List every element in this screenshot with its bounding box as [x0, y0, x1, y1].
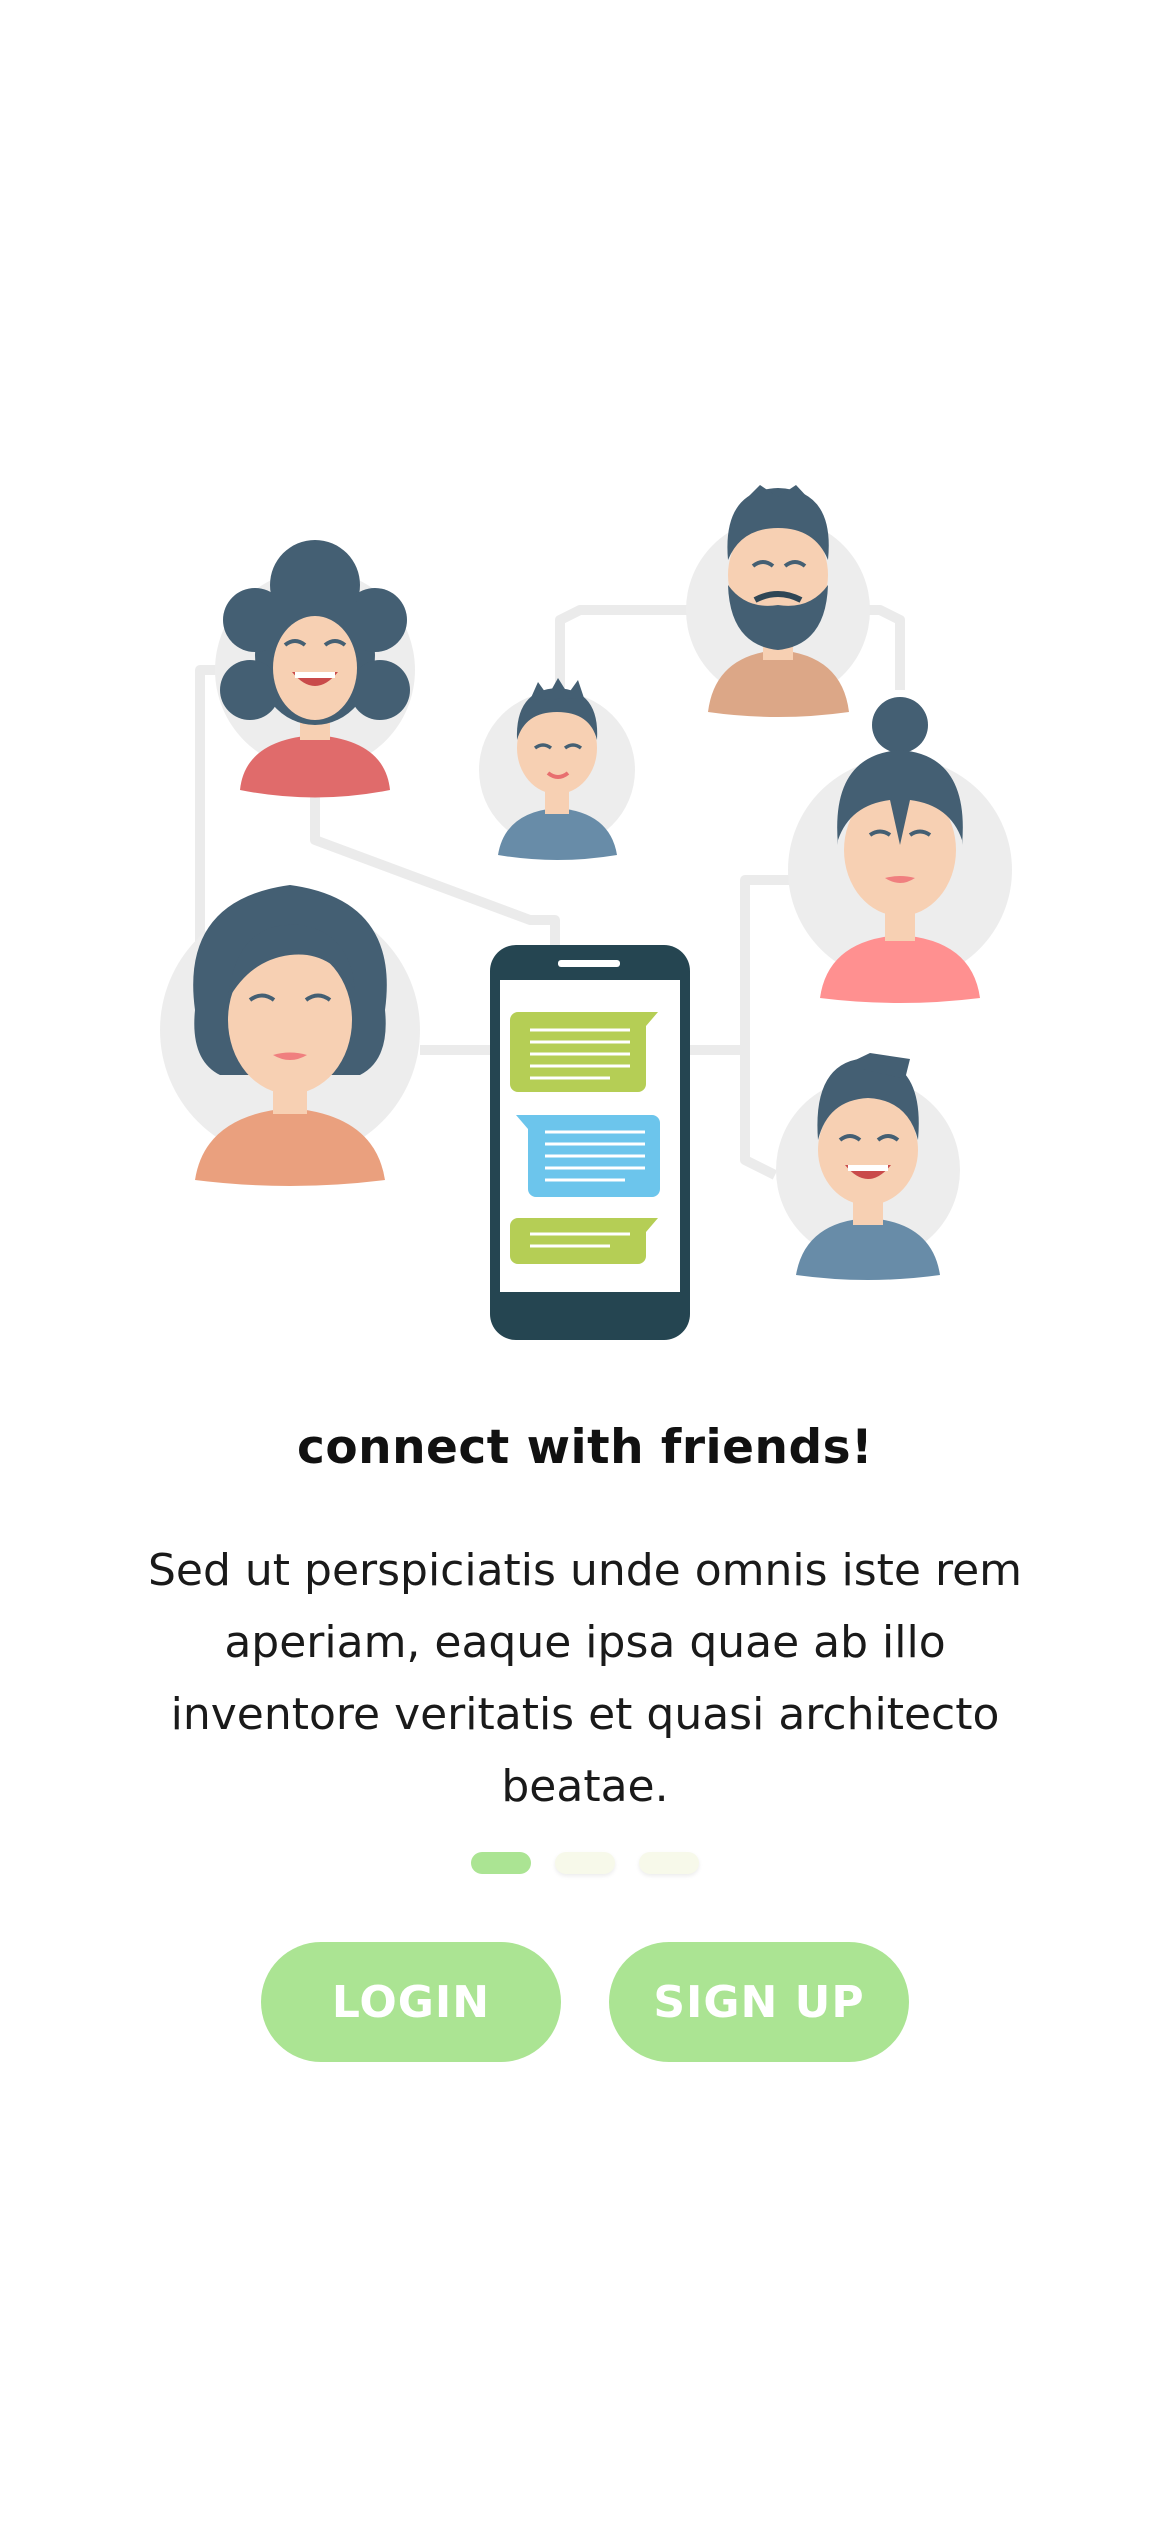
onboarding-title: connect with friends!	[296, 1420, 874, 1475]
woman-bun-avatar	[788, 697, 1012, 1003]
page-dot[interactable]	[555, 1852, 615, 1874]
login-button[interactable]: LOGIN	[261, 1942, 561, 2062]
chat-phone-icon	[490, 945, 690, 1340]
onboarding-screen: connect with friends! Sed ut perspiciati…	[0, 0, 1170, 2532]
page-dot-active[interactable]	[471, 1852, 531, 1874]
sign-up-button[interactable]: SIGN UP	[609, 1942, 909, 2062]
bearded-man-avatar	[686, 485, 870, 717]
boy-avatar	[479, 678, 635, 860]
people-network-illustration	[160, 485, 1012, 1340]
smiling-man-avatar	[776, 1053, 960, 1280]
page-indicator	[0, 1852, 1170, 1874]
auth-actions: LOGIN SIGN UP	[0, 1942, 1170, 2062]
page-dot[interactable]	[639, 1852, 699, 1874]
onboarding-description: Sed ut perspiciatis unde omnis iste rem …	[147, 1545, 1023, 1812]
woman-curly-hair-avatar	[215, 540, 415, 798]
